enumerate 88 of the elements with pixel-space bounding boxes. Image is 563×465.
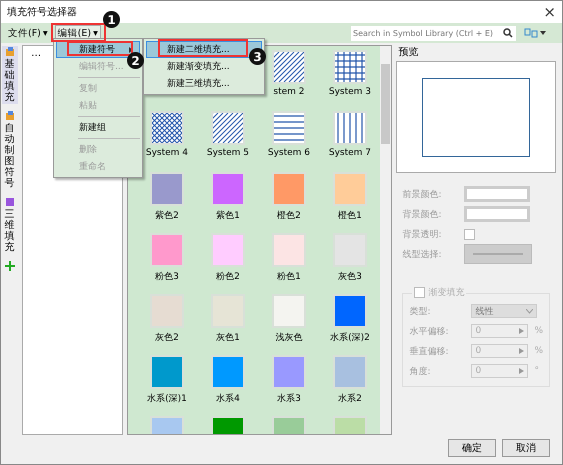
- cube-icon: [4, 197, 15, 207]
- fill-pattern-icon: [150, 111, 184, 145]
- side-tab[interactable]: 自动制图符号: [2, 110, 18, 190]
- checkbox[interactable]: [414, 287, 426, 298]
- dialog-button[interactable]: 取消: [502, 439, 550, 457]
- side-tab[interactable]: 基础填充: [2, 46, 18, 104]
- color-swatch[interactable]: [332, 172, 367, 206]
- color-swatch[interactable]: [332, 355, 367, 389]
- symbol-label: 灰色1: [216, 332, 240, 344]
- field-label: 水平偏移:: [409, 326, 450, 338]
- color-swatch[interactable]: [150, 172, 184, 206]
- color-field[interactable]: [464, 206, 530, 222]
- highlight-frame: [67, 41, 133, 56]
- folder-icon: [4, 47, 15, 57]
- folder-icon: [4, 111, 15, 121]
- symbol-label: 灰色2: [155, 332, 179, 344]
- symbol-label: 水系4: [216, 392, 240, 405]
- side-tab[interactable]: 三维填充: [2, 196, 18, 254]
- play-arrow-icon: [519, 328, 524, 334]
- unit-label: %: [534, 346, 543, 356]
- play-arrow-icon: [519, 368, 524, 374]
- tree-item[interactable]: …: [31, 48, 42, 59]
- symbol-label: 紫色1: [216, 210, 240, 222]
- symbol-label: 浅灰色: [275, 332, 302, 344]
- symbol-label: 粉色2: [216, 270, 240, 283]
- dialog-button[interactable]: 确定: [448, 439, 496, 457]
- symbol-label: System 4: [146, 148, 188, 158]
- color-swatch[interactable]: [332, 294, 367, 328]
- color-field[interactable]: [464, 186, 530, 202]
- caret-icon: [540, 30, 546, 36]
- symbol-label: 水系(深)2: [330, 332, 370, 344]
- group-title: 预览: [398, 46, 420, 59]
- field-label: 角度:: [409, 366, 432, 378]
- unit-label: °: [534, 366, 539, 376]
- symbol-label: 水系(深)1: [147, 392, 187, 405]
- symbol-label: 粉色1: [277, 270, 301, 283]
- color-swatch[interactable]: [272, 233, 306, 267]
- color-swatch[interactable]: [272, 355, 306, 389]
- field-label: 背景透明:: [402, 228, 442, 240]
- color-swatch[interactable]: [210, 233, 245, 267]
- view-icon: [524, 28, 538, 38]
- color-swatch[interactable]: [272, 172, 306, 206]
- field-label: 前景颜色:: [402, 188, 442, 200]
- menu-item[interactable]: 新建组: [56, 119, 109, 136]
- highlight-frame: [51, 23, 106, 42]
- chevron-down-icon: [526, 308, 534, 314]
- field-label: 线型选择:: [402, 248, 442, 260]
- checkbox[interactable]: [464, 228, 476, 240]
- scrollbar[interactable]: [380, 46, 392, 434]
- color-swatch[interactable]: [150, 233, 184, 267]
- field-label: 背景颜色:: [402, 208, 442, 220]
- symbol-label: 水系3: [277, 392, 301, 405]
- field-label: 类型:: [409, 306, 432, 318]
- symbol-label: System 7: [328, 148, 372, 158]
- symbol-label: System 3: [328, 87, 372, 97]
- symbol-label: 粉色3: [155, 270, 179, 283]
- search-icon[interactable]: [503, 28, 513, 38]
- color-swatch[interactable]: [210, 355, 245, 389]
- scroll-thumb[interactable]: [381, 64, 390, 144]
- checkbox-label: 渐变填充: [428, 286, 464, 299]
- symbol-label: 紫色2: [155, 210, 179, 222]
- search-field[interactable]: Search in Symbol Library (Ctrl + E): [351, 26, 516, 40]
- symbol-label: 灰色3: [338, 270, 362, 283]
- unit-label: %: [534, 326, 543, 336]
- fill-pattern-icon: [332, 50, 367, 84]
- color-swatch[interactable]: [210, 172, 245, 206]
- fill-pattern-icon: [272, 111, 306, 145]
- line-sample-icon: [473, 253, 524, 255]
- symbol-label: 橙色1: [338, 210, 362, 222]
- fill-pattern-icon: [272, 50, 306, 84]
- color-swatch[interactable]: [150, 355, 184, 389]
- menu-item[interactable]: 新建渐变填充...: [146, 58, 233, 75]
- play-arrow-icon: [519, 348, 524, 354]
- window-title: 填充符号选择器: [7, 6, 77, 19]
- menu-item[interactable]: 新建三维填充...: [146, 75, 233, 92]
- symbol-label: 水系2: [338, 392, 362, 405]
- menu-button[interactable]: 文件(F) ▾: [5, 25, 51, 41]
- add-icon: [4, 261, 15, 271]
- fill-pattern-icon: [210, 111, 245, 145]
- fill-pattern-icon: [332, 111, 367, 145]
- symbol-label: stem 2: [273, 87, 304, 97]
- symbol-label: 橙色2: [277, 210, 301, 222]
- color-swatch[interactable]: [272, 294, 306, 328]
- close-icon[interactable]: ×: [543, 3, 556, 21]
- field-label: 垂直偏移:: [409, 346, 450, 358]
- symbol-label: System 6: [268, 148, 310, 158]
- symbol-label: System 5: [206, 148, 250, 158]
- line-style-field[interactable]: [464, 244, 532, 264]
